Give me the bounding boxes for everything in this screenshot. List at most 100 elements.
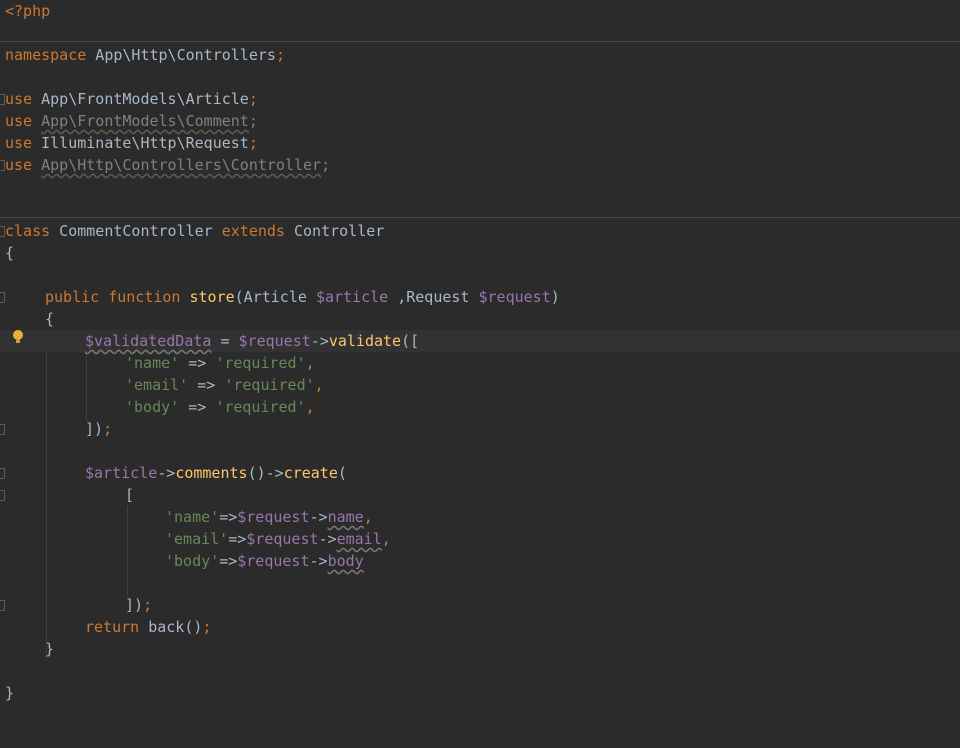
code-line-current[interactable]: $validatedData = $request->validate([ — [0, 330, 960, 352]
function-keyword: function — [108, 288, 181, 306]
comma: , — [314, 376, 324, 394]
back-call: back() — [139, 618, 203, 636]
lightbulb-icon[interactable] — [13, 330, 23, 343]
semicolon: ; — [248, 90, 258, 108]
code-line[interactable]: ]); — [0, 594, 960, 616]
editor-empty-area[interactable] — [0, 702, 960, 743]
request-variable: $request — [237, 508, 310, 526]
fat-arrow: => — [179, 398, 216, 416]
code-line[interactable]: } — [0, 638, 960, 660]
class-declaration: class CommentController extends Controll… — [5, 220, 384, 242]
namespace-name: App\Http\Controllers — [86, 46, 276, 64]
code-line[interactable]: [ — [0, 484, 960, 506]
use-keyword: use — [5, 112, 33, 130]
validate-open: ([ — [401, 332, 420, 350]
use-keyword: use — [5, 134, 33, 152]
method-close-brace: } — [45, 640, 55, 658]
code-line[interactable]: use App\FrontModels\Comment; — [0, 110, 960, 132]
array-value: 'required' — [215, 354, 306, 372]
array-value: 'required' — [224, 376, 315, 394]
use-statement: use App\FrontModels\Article; — [5, 88, 258, 110]
code-line[interactable]: <?php — [0, 0, 960, 22]
request-variable: $request — [246, 530, 319, 548]
arrow-operator: -> — [157, 464, 176, 482]
open-brace: { — [5, 244, 15, 262]
import-path: Illuminate\Http\Request — [32, 134, 249, 152]
namespace-statement: namespace App\Http\Controllers; — [5, 44, 285, 66]
array-close: ]) — [125, 596, 144, 614]
paren-open: ( — [337, 464, 347, 482]
code-line[interactable]: namespace App\Http\Controllers; — [0, 44, 960, 66]
code-line[interactable]: 'body' => 'required', — [0, 396, 960, 418]
parens: () — [247, 464, 266, 482]
unused-import-path: App\FrontModels\Comment — [41, 112, 249, 130]
use-keyword: use — [5, 90, 33, 108]
parent-class-name: Controller — [284, 222, 385, 240]
code-line[interactable]: 'email' => 'required', — [0, 374, 960, 396]
php-open-tag: <?php — [5, 2, 51, 20]
code-line[interactable]: 'body'=>$request->body — [0, 550, 960, 572]
extends-keyword: extends — [221, 222, 285, 240]
assign-operator: = — [211, 332, 239, 350]
method-separator — [0, 41, 960, 42]
semicolon: ; — [321, 156, 331, 174]
property-email: email — [336, 530, 382, 548]
class-name: CommentController — [50, 222, 222, 240]
code-line[interactable]: use App\FrontModels\Article; — [0, 88, 960, 110]
params-close: ) — [550, 288, 560, 306]
comma: , — [363, 508, 373, 526]
fat-arrow: => — [188, 376, 225, 394]
code-line[interactable]: use App\Http\Controllers\Controller; — [0, 154, 960, 176]
fat-arrow: => — [219, 552, 238, 570]
bracket-open: [ — [125, 486, 135, 504]
array-key: 'email' — [165, 530, 229, 548]
array-value: 'required' — [215, 398, 306, 416]
array-entry: 'email' => 'required', — [125, 374, 324, 396]
method-separator — [0, 217, 960, 218]
use-keyword: use — [5, 156, 33, 174]
semicolon: ; — [248, 134, 258, 152]
code-line[interactable]: 'name'=>$request->name, — [0, 506, 960, 528]
import-path: App\FrontModels\Article — [32, 90, 249, 108]
request-variable: $request — [238, 332, 311, 350]
semicolon: ; — [143, 596, 153, 614]
param-article: $article — [315, 288, 389, 306]
param-request: $request — [478, 288, 551, 306]
return-statement: return back(); — [85, 616, 211, 638]
comments-call: comments — [175, 464, 248, 482]
code-line[interactable]: 'name' => 'required', — [0, 352, 960, 374]
unused-variable: $validatedData — [85, 332, 212, 350]
arrow-operator: -> — [309, 552, 328, 570]
params-mid: ,Request — [388, 288, 479, 306]
array-entry: 'email'=>$request->email, — [165, 528, 391, 550]
code-line[interactable]: $article->comments()->create( — [0, 462, 960, 484]
use-statement: use App\FrontModels\Comment; — [5, 110, 258, 132]
arrow-operator: -> — [318, 530, 337, 548]
fat-arrow: => — [228, 530, 247, 548]
property-body: body — [327, 552, 364, 570]
semicolon: ; — [202, 618, 212, 636]
array-close-statement: ]); — [125, 594, 152, 616]
method-name: store — [189, 288, 235, 306]
code-line[interactable]: { — [0, 242, 960, 264]
create-call: create — [283, 464, 338, 482]
comma: , — [305, 398, 315, 416]
validate-statement: $validatedData = $request->validate([ — [85, 330, 419, 352]
return-keyword: return — [85, 618, 140, 636]
code-line[interactable]: 'email'=>$request->email, — [0, 528, 960, 550]
code-line[interactable]: public function store(Article $article ,… — [0, 286, 960, 308]
namespace-keyword: namespace — [5, 46, 87, 64]
method-signature: public function store(Article $article ,… — [45, 286, 560, 308]
code-line[interactable]: class CommentController extends Controll… — [0, 220, 960, 242]
fat-arrow: => — [179, 354, 216, 372]
code-line[interactable]: ]); — [0, 418, 960, 440]
code-line[interactable]: use Illuminate\Http\Request; — [0, 132, 960, 154]
params-open: (Article — [234, 288, 316, 306]
code-line[interactable]: return back(); — [0, 616, 960, 638]
article-variable: $article — [85, 464, 158, 482]
use-statement: use Illuminate\Http\Request; — [5, 132, 258, 154]
code-line[interactable]: } — [0, 682, 960, 704]
property-name: name — [327, 508, 364, 526]
code-editor[interactable]: <?php namespace App\Http\Controllers; us… — [0, 0, 960, 743]
code-line[interactable]: { — [0, 308, 960, 330]
